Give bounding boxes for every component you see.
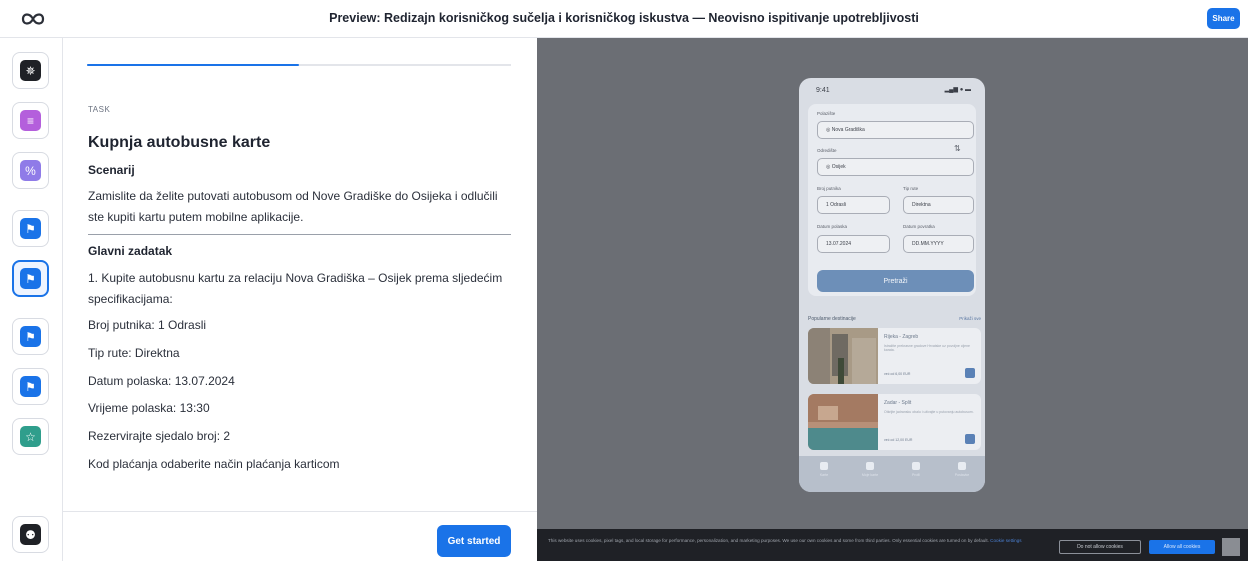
lightbulb-icon: ⚉ <box>20 524 41 545</box>
rail-block-3[interactable]: ⚑ <box>12 210 49 247</box>
flag-icon: ⚑ <box>20 268 41 289</box>
flag-icon: ⚑ <box>20 326 41 347</box>
percent-icon: % <box>20 160 41 181</box>
popular-title: Popularne destinacije <box>808 316 856 322</box>
arrow-right-icon[interactable] <box>965 434 975 444</box>
route-name: Zadar - Split <box>884 400 912 406</box>
route-price: već od 12,00 EUR <box>884 438 913 442</box>
allow-cookies-button[interactable]: Allow all cookies <box>1149 540 1215 554</box>
gear-icon <box>958 462 966 470</box>
return-date-input[interactable]: DD.MM.YYYY <box>903 235 974 253</box>
rail-block-2[interactable]: % <box>12 152 49 189</box>
rail-block-1[interactable]: ≡ <box>12 102 49 139</box>
depart-label: Datum polaska <box>817 224 848 229</box>
tab-tickets[interactable]: Karte <box>809 462 839 477</box>
arrow-right-icon[interactable] <box>965 368 975 378</box>
top-bar: Preview: Redizajn korisničkog sučelja i … <box>0 0 1248 38</box>
get-started-button[interactable]: Get started <box>437 525 511 557</box>
spec-seat: Rezervirajte sjedalo broj: 2 <box>88 429 231 443</box>
progress-bar <box>87 64 511 66</box>
flag-icon: ⚑ <box>20 376 41 397</box>
phone-time: 9:41 <box>816 87 830 94</box>
user-icon <box>912 462 920 470</box>
task-panel: TASK Kupnja autobusne karte Scenarij Zam… <box>63 38 537 561</box>
tab-profile[interactable]: Profil <box>901 462 931 477</box>
message-icon: ≡ <box>20 110 41 131</box>
route-name: Rijeka - Zagreb <box>884 334 919 340</box>
tab-settings[interactable]: Postavke <box>947 462 977 477</box>
step-text: 1. Kupite autobusnu kartu za relaciju No… <box>88 271 503 306</box>
route-type-label: Tip rute <box>903 186 919 191</box>
route-photo <box>808 394 878 450</box>
from-input[interactable]: ◎ Nova Gradiška <box>817 121 974 139</box>
return-label: Datum povratka <box>903 224 935 229</box>
spec-payment: Kod plaćanja odaberite način plaćanja ka… <box>88 457 340 471</box>
progress-fill <box>87 64 299 66</box>
scenario-heading: Scenarij <box>88 163 135 177</box>
rail-block-5[interactable]: ⚑ <box>12 318 49 355</box>
task-title: Kupnja autobusne karte <box>88 134 271 151</box>
ticket-icon <box>820 462 828 470</box>
search-form: Polazište ◎ Nova Gradiška Odredište ⇅ ◎ … <box>808 104 976 296</box>
page-title: Preview: Redizajn korisničkog sučelja i … <box>329 11 919 25</box>
passengers-label: Broj putnika <box>817 186 841 191</box>
to-input[interactable]: ◎ Osijek <box>817 158 974 176</box>
cookie-message: This website uses cookies, pixel tags, a… <box>548 538 989 543</box>
route-desc: Istražite prekrasne gradove Hrvatske uz … <box>884 344 970 352</box>
rail-block-8[interactable]: ⚉ <box>12 516 49 553</box>
block-rail: ✵ ≡% ⚑ ⚑ ⚑ ⚑ ☆ ⚉ <box>0 38 63 561</box>
task-footer: Get started <box>63 511 537 561</box>
spec-passengers: Broj putnika: 1 Odrasli <box>88 318 207 332</box>
route-card[interactable]: Rijeka - Zagreb Istražite prekrasne grad… <box>808 328 981 384</box>
signal-icon: ▂▄▆ ● ▬ <box>944 87 971 93</box>
tab-label: Profil <box>912 473 920 477</box>
from-label: Polazište <box>817 111 836 116</box>
prototype-preview: 9:41 ▂▄▆ ● ▬ Polazište ◎ Nova Gradiška O… <box>537 38 1248 561</box>
gear-icon: ✵ <box>20 60 41 81</box>
tab-my-tickets[interactable]: Moje karte <box>855 462 885 477</box>
scenario-text: Zamislite da želite putovati autobusom o… <box>88 189 498 224</box>
tab-label: Postavke <box>954 473 970 477</box>
route-price: već od 6,00 EUR <box>884 372 911 376</box>
passengers-select[interactable]: 1 Odrasli <box>817 196 890 214</box>
route-photo <box>808 328 878 384</box>
route-card[interactable]: Zadar - Split Otkrijte jadransku obalu i… <box>808 394 981 450</box>
share-button[interactable]: Share <box>1207 8 1240 29</box>
spec-departure-date: Datum polaska: 13.07.2024 <box>88 374 235 388</box>
cookie-banner: This website uses cookies, pixel tags, a… <box>537 529 1248 561</box>
cookie-text: This website uses cookies, pixel tags, a… <box>548 537 1038 545</box>
spec-route-type: Tip rute: Direktna <box>88 346 180 360</box>
task-label: TASK <box>88 105 111 114</box>
rail-block-6[interactable]: ⚑ <box>12 368 49 405</box>
deny-cookies-button[interactable]: Do not allow cookies <box>1059 540 1141 554</box>
tab-label: Moje karte <box>861 473 879 477</box>
spec-departure-time: Vrijeme polaska: 13:30 <box>88 401 210 415</box>
rail-block-0[interactable]: ✵ <box>12 52 49 89</box>
cookie-settings-link[interactable]: Cookie settings <box>990 538 1021 543</box>
main-task-heading: Glavni zadatak <box>88 244 173 258</box>
to-label: Odredište <box>817 148 837 153</box>
popular-link[interactable]: Prikaži sve <box>959 316 981 321</box>
rail-block-7[interactable]: ☆ <box>12 418 49 455</box>
flag-icon: ⚑ <box>20 218 41 239</box>
search-button[interactable]: Pretraži <box>817 270 974 292</box>
phone-tab-bar: Karte Moje karte Profil Postavke <box>799 456 985 492</box>
list-icon <box>866 462 874 470</box>
star-icon: ☆ <box>20 426 41 447</box>
divider <box>88 234 511 235</box>
route-type-select[interactable]: Direktna <box>903 196 974 214</box>
swap-icon[interactable]: ⇅ <box>954 144 961 153</box>
tab-label: Karte <box>819 473 829 477</box>
phone-status-bar: 9:41 ▂▄▆ ● ▬ <box>799 78 985 104</box>
rail-block-4[interactable]: ⚑ <box>12 260 49 297</box>
depart-date-input[interactable]: 13.07.2024 <box>817 235 890 253</box>
route-desc: Otkrijte jadransku obalu i uživajte u pu… <box>884 410 974 414</box>
close-icon[interactable] <box>1222 538 1240 556</box>
phone-frame: 9:41 ▂▄▆ ● ▬ Polazište ◎ Nova Gradiška O… <box>799 78 985 492</box>
